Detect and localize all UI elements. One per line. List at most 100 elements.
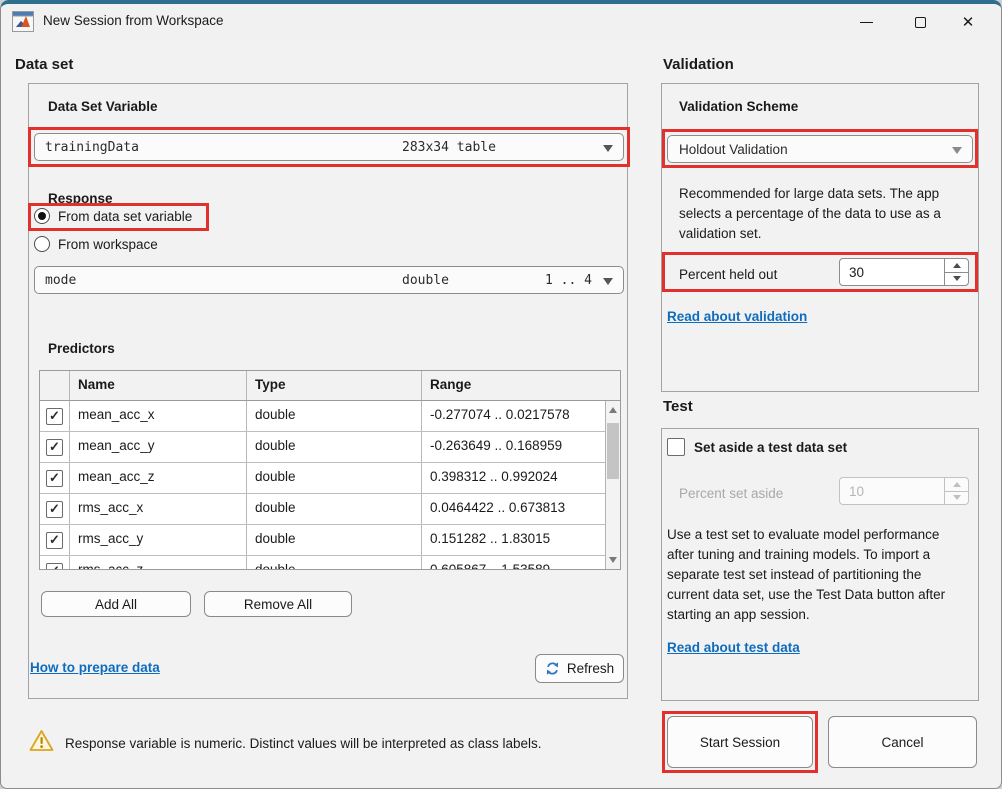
table-scrollbar[interactable]: [605, 401, 620, 569]
new-session-dialog: New Session from Workspace ✕ Data set Da…: [0, 0, 1002, 789]
row-checkbox[interactable]: ✓: [46, 563, 63, 570]
dropdown-value-type: double: [402, 273, 449, 288]
spin-down-icon: [953, 276, 961, 281]
window-title: New Session from Workspace: [43, 13, 224, 28]
radio-from-dataset-label: From data set variable: [58, 209, 192, 224]
validation-scheme-dropdown[interactable]: Holdout Validation: [667, 135, 973, 163]
table-row[interactable]: ✓ mean_acc_y double -0.263649 .. 0.16895…: [40, 432, 605, 463]
warning-icon: [29, 729, 54, 752]
radio-from-workspace-label: From workspace: [58, 237, 158, 252]
how-to-prepare-data-link[interactable]: How to prepare data: [30, 660, 160, 675]
close-icon: ✕: [962, 15, 975, 30]
dropdown-value-range: 1 .. 4: [545, 273, 592, 288]
table-row[interactable]: ✓ rms_acc_x double 0.0464422 .. 0.673813: [40, 494, 605, 525]
check-icon: ✓: [49, 470, 60, 486]
radio-unselected-icon: [34, 236, 50, 252]
row-checkbox[interactable]: ✓: [46, 408, 63, 425]
minimize-button[interactable]: [843, 4, 889, 40]
remove-all-button[interactable]: Remove All: [204, 591, 352, 617]
start-session-button[interactable]: Start Session: [667, 716, 813, 768]
cancel-button[interactable]: Cancel: [828, 716, 977, 768]
table-body: ✓ mean_acc_x double -0.277074 .. 0.02175…: [40, 401, 605, 569]
data-set-variable-label: Data Set Variable: [48, 99, 158, 114]
maximize-icon: [915, 17, 926, 28]
read-about-validation-link[interactable]: Read about validation: [667, 309, 807, 324]
predictors-table: Name Type Range ✓ mean_acc_x double -0.2…: [39, 370, 621, 570]
data-set-variable-dropdown[interactable]: trainingData 283x34 table: [34, 133, 624, 161]
cell-type: double: [247, 463, 422, 493]
validation-section-title: Validation: [663, 56, 734, 73]
percent-held-out-label: Percent held out: [679, 265, 777, 285]
cancel-label: Cancel: [881, 735, 923, 750]
percent-held-out-input[interactable]: [840, 259, 944, 285]
cell-name: mean_acc_y: [70, 432, 247, 462]
maximize-button[interactable]: [897, 4, 943, 40]
test-description: Use a test set to evaluate model perform…: [667, 525, 967, 625]
set-aside-test-label: Set aside a test data set: [694, 440, 847, 455]
table-header-row: Name Type Range: [40, 371, 620, 401]
chevron-down-icon: [603, 145, 613, 152]
cell-range: 0.605867 .. 1.53589: [422, 556, 605, 569]
header-checkbox-column: [40, 371, 70, 400]
table-row[interactable]: ✓ mean_acc_x double -0.277074 .. 0.02175…: [40, 401, 605, 432]
cell-name: rms_acc_y: [70, 525, 247, 555]
response-variable-dropdown[interactable]: mode double 1 .. 4: [34, 266, 624, 294]
check-icon: ✓: [49, 439, 60, 455]
spin-down-icon: [953, 495, 961, 500]
percent-set-aside-spinner: [839, 477, 969, 505]
cell-name: rms_acc_z: [70, 556, 247, 569]
check-icon: ✓: [49, 532, 60, 548]
validation-description: Recommended for large data sets. The app…: [679, 184, 965, 244]
check-icon: ✓: [49, 408, 60, 424]
percent-set-aside-label: Percent set aside: [679, 484, 783, 504]
row-checkbox[interactable]: ✓: [46, 532, 63, 549]
predictors-label: Predictors: [48, 341, 115, 356]
cell-range: 0.151282 .. 1.83015: [422, 525, 605, 555]
table-row[interactable]: ✓ rms_acc_z double 0.605867 .. 1.53589: [40, 556, 605, 569]
percent-held-out-spinner: [839, 258, 969, 286]
cell-name: rms_acc_x: [70, 494, 247, 524]
cell-type: double: [247, 432, 422, 462]
read-about-test-data-link[interactable]: Read about test data: [667, 640, 800, 655]
test-section-title: Test: [663, 398, 693, 415]
refresh-button[interactable]: Refresh: [535, 654, 624, 683]
cell-name: mean_acc_z: [70, 463, 247, 493]
add-all-label: Add All: [95, 597, 137, 612]
table-row[interactable]: ✓ rms_acc_y double 0.151282 .. 1.83015: [40, 525, 605, 556]
set-aside-test-checkbox-row[interactable]: Set aside a test data set: [667, 438, 847, 456]
response-label: Response: [48, 191, 113, 206]
validation-scheme-label: Validation Scheme: [679, 99, 798, 114]
scroll-up-icon[interactable]: [609, 407, 617, 413]
cell-type: double: [247, 556, 422, 569]
spin-up-button: [945, 478, 968, 492]
footer-warning-text: Response variable is numeric. Distinct v…: [65, 734, 645, 754]
row-checkbox[interactable]: ✓: [46, 439, 63, 456]
row-checkbox[interactable]: ✓: [46, 501, 63, 518]
check-icon: ✓: [49, 501, 60, 517]
radio-from-dataset-variable[interactable]: From data set variable: [34, 208, 192, 224]
checkbox-unchecked-icon[interactable]: [667, 438, 685, 456]
dropdown-value-name: mode: [45, 273, 76, 288]
row-checkbox[interactable]: ✓: [46, 470, 63, 487]
dropdown-value: Holdout Validation: [679, 142, 788, 157]
radio-selected-icon: [34, 208, 50, 224]
radio-from-workspace[interactable]: From workspace: [34, 236, 158, 252]
scrollbar-thumb[interactable]: [607, 423, 619, 479]
matlab-app-icon: [12, 11, 34, 32]
add-all-button[interactable]: Add All: [41, 591, 191, 617]
check-icon: ✓: [49, 563, 60, 569]
cell-range: -0.263649 .. 0.168959: [422, 432, 605, 462]
scroll-down-icon[interactable]: [609, 557, 617, 563]
titlebar: New Session from Workspace ✕: [1, 4, 1001, 40]
table-row[interactable]: ✓ mean_acc_z double 0.398312 .. 0.992024: [40, 463, 605, 494]
close-button[interactable]: ✕: [945, 4, 991, 40]
chevron-down-icon: [952, 147, 962, 154]
spin-down-button[interactable]: [945, 273, 968, 286]
spin-up-button[interactable]: [945, 259, 968, 273]
cell-range: 0.0464422 .. 0.673813: [422, 494, 605, 524]
cell-type: double: [247, 494, 422, 524]
remove-all-label: Remove All: [244, 597, 312, 612]
cell-type: double: [247, 525, 422, 555]
start-session-label: Start Session: [700, 735, 780, 750]
header-range: Range: [422, 371, 620, 400]
